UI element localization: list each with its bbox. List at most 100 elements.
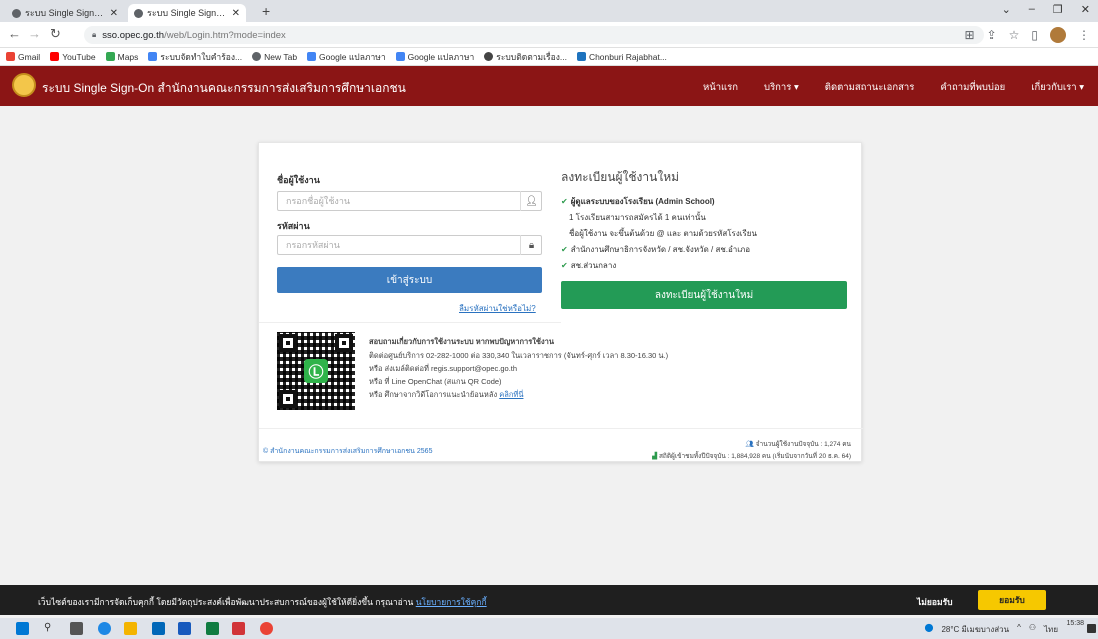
clock-time: 15:38 — [1066, 620, 1084, 627]
excel-icon[interactable] — [206, 622, 219, 635]
decline-cookie-button[interactable]: ไม่ยอมรับ — [917, 595, 953, 609]
chart-icon: ▟ — [652, 453, 658, 460]
translate-icon[interactable]: ⊞ — [965, 28, 975, 42]
cookie-message: เว็บไซต์ของเรามีการจัดเก็บคุกกี้ โดยมีวั… — [38, 595, 487, 609]
divider — [259, 322, 561, 323]
maximize-button[interactable]: ❐ — [1053, 3, 1063, 16]
globe-icon — [134, 8, 143, 18]
chevron-up-icon[interactable]: ^ — [1017, 623, 1021, 636]
search-icon[interactable]: ⚲ — [44, 622, 57, 635]
forward-icon[interactable]: → — [28, 26, 41, 41]
share-icon[interactable]: ⇪ — [987, 28, 997, 42]
online-users-text: จำนวนผู้ใช้งานปัจจุบัน : 1,274 คน — [755, 441, 851, 448]
start-icon[interactable] — [16, 622, 29, 635]
profile-avatar[interactable] — [1050, 27, 1066, 43]
sidepanel-icon[interactable]: ▯ — [1031, 28, 1038, 42]
bookmark-label: Google แปลภาษา — [319, 51, 386, 62]
bookmark-item[interactable]: Maps — [105, 52, 138, 62]
line-qr-code: Ⓛ — [277, 332, 355, 410]
bookmark-label: Google แปลภาษา — [407, 51, 475, 62]
language-indicator[interactable]: ไทย — [1044, 623, 1058, 636]
maps-icon — [105, 52, 115, 61]
browser-tab-active[interactable]: ระบบ Single Sign-On สำนักงานคณะ ✕ — [128, 4, 246, 22]
username-input[interactable] — [277, 191, 542, 211]
tab-title: ระบบ Single Sign-On สำนักงานคณะ — [25, 8, 106, 18]
help-line: หรือ ส่งเมล์ติดต่อที่ regis.support@opec… — [369, 364, 518, 373]
task-view-icon[interactable] — [70, 622, 83, 635]
browser-tab[interactable]: ระบบ Single Sign-On สำนักงานคณะ ✕ — [6, 4, 124, 22]
menu-faq[interactable]: คำถามที่พบบ่อย — [940, 80, 1005, 95]
menu-track-status[interactable]: ติดตามสถานะเอกสาร — [825, 80, 915, 95]
bookmark-item[interactable]: ระบบติดตามเรื่อง... — [484, 50, 567, 64]
menu-about[interactable]: เกี่ยวกับเรา ▾ — [1031, 80, 1084, 95]
bookmark-item[interactable]: Chonburi Rajabhat... — [576, 52, 667, 62]
close-window-button[interactable]: ✕ — [1081, 3, 1090, 16]
menu-home[interactable]: หน้าแรก — [703, 80, 738, 95]
online-users: 👥︎ จำนวนผู้ใช้งานปัจจุบัน : 1,274 คน — [746, 439, 851, 449]
bookmark-item[interactable]: YouTube — [50, 51, 96, 62]
university-icon — [576, 52, 586, 61]
bookmark-item[interactable]: Google แปลภาษา — [307, 50, 386, 64]
minimize-button[interactable]: – — [1029, 3, 1035, 16]
bookmark-item[interactable]: ระบบจัดทำใบคำร้อง... — [148, 50, 242, 64]
register-item: ✔ สช.ส่วนกลาง — [561, 259, 616, 272]
chevron-down-icon[interactable]: ⌄ — [1002, 3, 1011, 16]
youtube-icon — [50, 52, 60, 61]
close-icon[interactable]: ✕ — [232, 8, 240, 19]
reload-icon[interactable]: ↻ — [50, 26, 61, 42]
clock[interactable]: 15:38 — [1066, 620, 1084, 628]
help-line: ติดต่อศูนย์บริการ 02-282-1000 ต่อ 330,34… — [369, 351, 669, 360]
url-input[interactable]: 🔒︎ sso.opec.go.th/web/Login.htm?mode=ind… — [84, 26, 984, 44]
line-icon: Ⓛ — [304, 359, 328, 383]
bookmark-item[interactable]: Google แปลภาษา — [395, 50, 475, 64]
lock-icon: 🔒︎ — [520, 235, 542, 255]
register-button[interactable]: ลงทะเบียนผู้ใช้งานใหม่ — [561, 281, 847, 309]
login-card: ชื่อผู้ใช้งาน 👤︎ รหัสผ่าน 🔒︎ เข้าสู่ระบบ… — [258, 142, 863, 462]
file-explorer-icon[interactable] — [124, 622, 137, 635]
more-icon[interactable]: ⋮ — [1078, 28, 1090, 42]
windows-taskbar: ⚲ ⬤ 28°C มีเมฆบางส่วน ^ ⚇ ไทย 15:38 — [0, 618, 1098, 639]
users-icon: 👥︎ — [745, 441, 754, 448]
star-icon[interactable]: ☆ — [1009, 28, 1020, 42]
bookmark-item[interactable]: New Tab — [252, 52, 297, 62]
app-title[interactable]: ระบบ Single Sign-On สำนักงานคณะกรรมการส่… — [42, 79, 406, 98]
bookmark-label: ระบบติดตามเรื่อง... — [496, 51, 567, 62]
tab-title: ระบบ Single Sign-On สำนักงานคณะ — [147, 8, 228, 18]
accept-cookie-button[interactable]: ยอมรับ — [978, 590, 1046, 610]
bookmark-label: New Tab — [264, 51, 298, 62]
lock-icon: 🔒︎ — [92, 30, 97, 39]
edge-icon[interactable] — [98, 622, 111, 635]
copyright-link[interactable]: © สำนักงานคณะกรรมการส่งเสริมการศึกษาเอกช… — [263, 446, 432, 457]
bookmark-item[interactable]: Gmail — [6, 52, 40, 62]
total-users-text: สถิติผู้เข้าชมทั้งปีปัจจุบัน : 1,884,928… — [658, 453, 851, 460]
network-icon[interactable]: ⚇ — [1029, 623, 1036, 636]
notification-icon[interactable] — [1087, 624, 1096, 633]
app-icon[interactable]: ⬤ — [924, 623, 933, 636]
weather[interactable]: 28°C มีเมฆบางส่วน — [941, 623, 1009, 636]
pdf-icon[interactable] — [232, 622, 245, 635]
check-icon: ✔ — [561, 261, 568, 270]
register-item-text: สช.ส่วนกลาง — [570, 261, 617, 270]
cookie-message-text: เว็บไซต์ของเรามีการจัดเก็บคุกกี้ โดยมีวั… — [38, 597, 414, 607]
translate-icon — [307, 52, 317, 61]
forgot-password-link[interactable]: ลืมรหัสผ่านใช่หรือไม่? — [459, 302, 536, 315]
close-icon[interactable]: ✕ — [110, 8, 118, 19]
password-input[interactable] — [277, 235, 542, 255]
gmail-icon — [6, 52, 15, 61]
system-tray: ⬤ 28°C มีเมฆบางส่วน ^ ⚇ ไทย — [924, 623, 1058, 636]
chrome-icon[interactable] — [260, 622, 273, 635]
new-tab-button[interactable]: + — [262, 3, 270, 19]
cookie-policy-link[interactable]: นโยบายการใช้คุกกี้ — [416, 597, 487, 607]
emblem-logo[interactable] — [12, 73, 36, 97]
video-link[interactable]: คลิกที่นี่ — [499, 390, 523, 399]
username-label: ชื่อผู้ใช้งาน — [277, 175, 320, 185]
menu-services[interactable]: บริการ ▾ — [764, 80, 799, 95]
back-icon[interactable]: ← — [8, 26, 21, 41]
divider — [259, 428, 863, 429]
url-host: sso.opec.go.th — [102, 29, 165, 41]
word-icon[interactable] — [178, 622, 191, 635]
login-button[interactable]: เข้าสู่ระบบ — [277, 267, 542, 293]
bookmark-label: YouTube — [62, 51, 96, 62]
store-icon[interactable] — [152, 622, 165, 635]
globe-icon — [252, 52, 262, 61]
